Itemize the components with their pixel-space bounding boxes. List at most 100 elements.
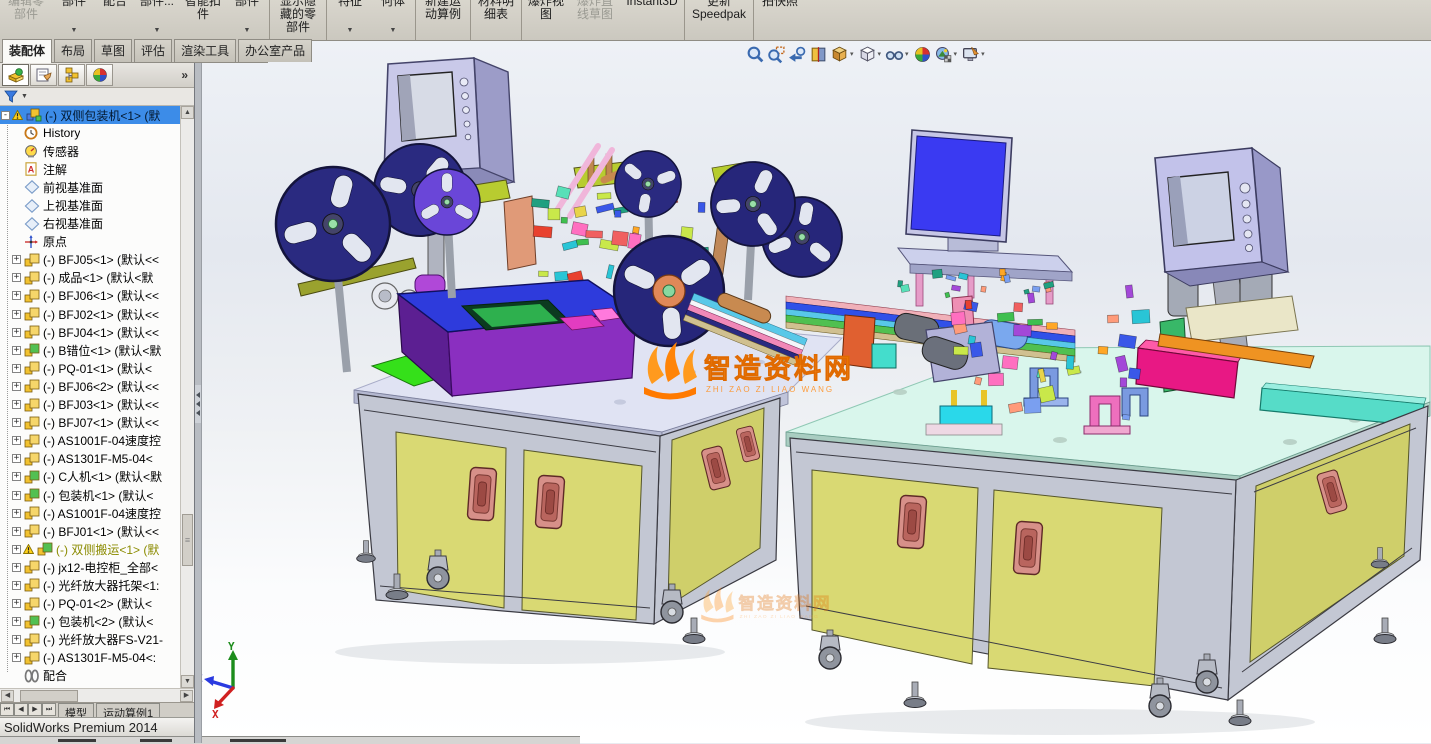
expand-box[interactable]: + — [12, 255, 21, 265]
ribbon-button-爆炸视图[interactable]: 爆炸视图 — [523, 0, 569, 35]
motion-nav-button[interactable]: ⏭ — [42, 703, 56, 716]
expand-box[interactable]: + — [12, 562, 21, 572]
previous-view-icon[interactable] — [787, 44, 808, 64]
tree-filter-row[interactable]: ▼ — [0, 88, 194, 106]
expand-box[interactable]: + — [12, 490, 21, 500]
expand-box[interactable]: + — [12, 599, 21, 609]
scroll-down-arrow[interactable]: ▼ — [181, 675, 194, 688]
expand-box[interactable]: + — [12, 363, 21, 373]
tree-item-History[interactable]: History — [0, 124, 194, 142]
tab-办公室产品[interactable]: 办公室产品 — [238, 39, 313, 62]
ribbon-button-特征[interactable]: 特征 ▼ — [328, 0, 372, 35]
tree-item--BFJ061默认[interactable]: + (-) BFJ06<1> (默认<< — [0, 287, 194, 305]
tree-item--AS1001F-04速度控[interactable]: + (-) AS1001F-04速度控 — [0, 504, 194, 522]
tab-渲染工具[interactable]: 渲染工具 — [174, 39, 237, 62]
tree-item--BFJ071默认[interactable]: + (-) BFJ07<1> (默认<< — [0, 414, 194, 432]
view-orientation-dropdown-caret[interactable]: ▾ — [850, 50, 854, 58]
tree-item--BFJ062默认[interactable]: + (-) BFJ06<2> (默认<< — [0, 377, 194, 395]
expand-box[interactable]: + — [12, 580, 21, 590]
ribbon-button-部件...[interactable]: 部件... ▼ — [134, 0, 180, 35]
edit-appearance-icon[interactable] — [912, 44, 933, 64]
tree-item--包装机1默认[interactable]: + (-) 包装机<1> (默认< — [0, 486, 194, 504]
motion-tab-运动算例1[interactable]: 运动算例1 — [96, 703, 161, 718]
apply-scene-dropdown-caret[interactable]: ▾ — [954, 50, 958, 58]
motion-nav-button[interactable]: ◀ — [14, 703, 28, 716]
tab-草图[interactable]: 草图 — [94, 39, 133, 62]
expand-box[interactable]: + — [12, 291, 21, 301]
tree-item--PQ-012默认[interactable]: + (-) PQ-01<2> (默认< — [0, 595, 194, 613]
expand-box[interactable]: + — [12, 454, 21, 464]
motion-tab-模型[interactable]: 模型 — [58, 703, 94, 718]
panel-tab-configuration-manager[interactable] — [58, 63, 85, 86]
tree-item--jx12-电控柜_全部[interactable]: + (-) jx12-电控柜_全部< — [0, 558, 194, 576]
tab-布局[interactable]: 布局 — [54, 39, 93, 62]
expand-box[interactable]: + — [12, 345, 21, 355]
tree-item--BFJ041默认[interactable]: + (-) BFJ04<1> (默认<< — [0, 323, 194, 341]
ribbon-button-部件[interactable]: 部件 ▼ — [226, 0, 268, 35]
expand-box[interactable]: + — [12, 617, 21, 627]
section-view-icon[interactable] — [808, 44, 829, 64]
motion-nav-button[interactable]: ⏮ — [0, 703, 14, 716]
graphics-viewport[interactable]: 智造资料网 ZHI ZAO ZI LIAO WANG — [196, 40, 1431, 743]
expand-box[interactable]: + — [12, 635, 21, 645]
tree-item--BFJ031默认[interactable]: + (-) BFJ03<1> (默认<< — [0, 396, 194, 414]
dropdown-caret[interactable]: ▼ — [71, 27, 78, 34]
filter-dropdown-caret[interactable]: ▼ — [21, 93, 28, 100]
dropdown-caret[interactable]: ▼ — [244, 27, 251, 34]
expand-box[interactable]: + — [12, 653, 21, 663]
expand-box[interactable]: + — [12, 400, 21, 410]
tree-item--AS1001F-04速度控[interactable]: + (-) AS1001F-04速度控 — [0, 432, 194, 450]
tree-item--B错位1默认默[interactable]: + (-) B错位<1> (默认<默 — [0, 341, 194, 359]
panel-expand-button[interactable]: » — [181, 68, 188, 82]
tree-item--PQ-011默认[interactable]: + (-) PQ-01<1> (默认< — [0, 359, 194, 377]
panel-tab-display-manager[interactable] — [86, 63, 113, 86]
panel-splitter[interactable] — [194, 62, 202, 743]
view-settings-dropdown-caret[interactable]: ▾ — [981, 50, 985, 58]
apply-scene-icon[interactable] — [933, 44, 954, 64]
tree-item--BFJ011默认[interactable]: + (-) BFJ01<1> (默认<< — [0, 522, 194, 540]
display-style-icon[interactable] — [857, 44, 878, 64]
tree-item-传感器[interactable]: 传感器 — [0, 142, 194, 160]
display-style-dropdown-caret[interactable]: ▾ — [878, 50, 882, 58]
ribbon-button-何体[interactable]: 何体 ▼ — [372, 0, 414, 35]
tree-item-右视基准面[interactable]: 右视基准面 — [0, 215, 194, 233]
ribbon-button-Instant3D[interactable]: Instant3D — [621, 0, 683, 35]
hide-show-items-icon[interactable] — [884, 44, 905, 64]
hide-show-items-dropdown-caret[interactable]: ▾ — [905, 50, 909, 58]
tree-item--成品1默认默[interactable]: + (-) 成品<1> (默认<默 — [0, 269, 194, 287]
tree-item--C人机1默认默[interactable]: + (-) C人机<1> (默认<默 — [0, 468, 194, 486]
scroll-up-arrow[interactable]: ▲ — [181, 106, 194, 119]
tree-item-注解[interactable]: A 注解 — [0, 160, 194, 178]
motion-nav-button[interactable]: ▶ — [28, 703, 42, 716]
panel-tab-featuremanager-tree[interactable] — [2, 63, 29, 86]
ribbon-button-显示隐藏的零部件[interactable]: 显示隐 藏的零 部件 — [271, 0, 325, 35]
dropdown-caret[interactable]: ▼ — [390, 27, 397, 34]
ribbon-button-部件[interactable]: 部件 ▼ — [52, 0, 96, 35]
expand-box[interactable]: + — [12, 327, 21, 337]
view-orientation-icon[interactable] — [829, 44, 850, 64]
tab-评估[interactable]: 评估 — [134, 39, 173, 62]
ribbon-button-配合[interactable]: 配合 — [96, 0, 134, 35]
tree-item--光纤放大器FS-V21-[interactable]: + (-) 光纤放大器FS-V21- — [0, 631, 194, 649]
dropdown-caret[interactable]: ▼ — [347, 27, 354, 34]
tab-装配体[interactable]: 装配体 — [2, 39, 53, 63]
tree-item--双侧搬运1默[interactable]: + (-) 双侧搬运<1> (默 — [0, 540, 194, 558]
ribbon-button-拍快照[interactable]: 拍快照 — [755, 0, 805, 35]
tree-item-前视基准面[interactable]: 前视基准面 — [0, 178, 194, 196]
tree-item--BFJ051默认[interactable]: + (-) BFJ05<1> (默认<< — [0, 251, 194, 269]
splitter-grip[interactable] — [195, 385, 201, 423]
tree-item-上视基准面[interactable]: 上视基准面 — [0, 196, 194, 214]
expand-box[interactable]: + — [12, 418, 21, 428]
tree-item--光纤放大器托架1[interactable]: + (-) 光纤放大器托架<1: — [0, 576, 194, 594]
ribbon-button-智能扣件[interactable]: 智能扣件 — [180, 0, 226, 35]
expand-box[interactable]: + — [12, 381, 21, 391]
zoom-to-fit-icon[interactable] — [745, 44, 766, 64]
expand-box[interactable]: + — [12, 544, 21, 554]
ribbon-button-新建运动算例[interactable]: 新建运 动算例 — [417, 0, 469, 35]
dropdown-caret[interactable]: ▼ — [154, 27, 161, 34]
tree-item--双侧包装机1默[interactable]: - (-) 双侧包装机<1> (默 — [0, 106, 194, 125]
zoom-to-area-icon[interactable] — [766, 44, 787, 64]
scroll-thumb-h[interactable] — [20, 690, 78, 702]
tree-vertical-scrollbar[interactable]: ▲ ▼ — [180, 106, 194, 688]
tree-item--BFJ021默认[interactable]: + (-) BFJ02<1> (默认<< — [0, 305, 194, 323]
